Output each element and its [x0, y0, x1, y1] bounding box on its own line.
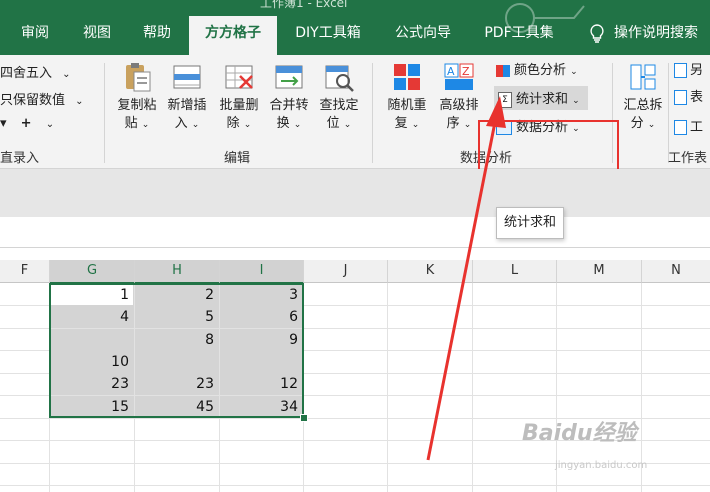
merge-label-1: 合并转 [269, 98, 309, 113]
link-icon [674, 90, 687, 105]
random-blocks-icon [391, 61, 423, 93]
tooltip: 统计求和 [496, 207, 564, 239]
color-analysis-label: 颜色分析 [514, 63, 567, 78]
batch-delete-label-1: 批量删 [219, 98, 259, 113]
separator [104, 63, 105, 163]
watermark-url: jingyan.baidu.com [555, 460, 648, 471]
merge-icon [273, 61, 305, 93]
collapsed-area [0, 169, 710, 217]
insert-row-icon [171, 61, 203, 93]
summary-split-button[interactable]: 汇总拆 分 ⌄ [620, 61, 666, 134]
svg-text:A: A [447, 65, 455, 78]
delete-grid-icon [223, 61, 255, 93]
stat-sum-button[interactable]: Σ 统计求和 ⌄ [494, 86, 588, 110]
tab-fangfanggezi[interactable]: 方方格子 [189, 16, 277, 55]
grid-vline [387, 283, 388, 492]
more-small-buttons[interactable]: ▾ + ⌄ [0, 116, 54, 131]
copy-paste-label-1: 复制粘 [117, 98, 157, 113]
summary-split-icon [627, 61, 659, 93]
tab-view[interactable]: 视图 [70, 18, 124, 55]
svg-text:Z: Z [462, 65, 470, 78]
plus-icon: + [20, 116, 32, 131]
column-header-h[interactable]: H [135, 260, 220, 284]
right-partial-2[interactable]: 表 [674, 86, 703, 105]
column-header-g[interactable]: G [50, 260, 135, 284]
insert-label-2: 入 [174, 116, 188, 131]
arrow-left-icon: ▾ [0, 116, 7, 131]
window-title: 工作簿1 - Excel [260, 0, 348, 10]
grid-vline [472, 283, 473, 492]
color-analysis-button[interactable]: 颜色分析 ⌄ [496, 59, 578, 78]
right-partial-3-label: 工 [690, 120, 704, 135]
batch-delete-label-2: 除 [226, 116, 240, 131]
tab-formula-wizard[interactable]: 公式向导 [383, 18, 463, 55]
sort-az-icon: AZ [443, 61, 475, 93]
column-header-m[interactable]: M [557, 260, 642, 283]
table-icon [674, 120, 687, 135]
column-header-l[interactable]: L [473, 260, 557, 283]
clipboard-icon [121, 61, 153, 93]
batch-delete-button[interactable]: 批量删 除 ⌄ [216, 61, 262, 134]
right-partial-1[interactable]: 另 [674, 59, 703, 78]
ribbon-panel: 四舍五入 ⌄ 只保留数值 ⌄ ▾ + ⌄ 直录入 复制粘 贴 ⌄ 新增插 入 ⌄… [0, 55, 710, 171]
column-header-i[interactable]: I [220, 260, 304, 284]
random-repeat-button[interactable]: 随机重 复 ⌄ [384, 61, 430, 134]
sort-label-2: 序 [446, 116, 460, 131]
merge-convert-button[interactable]: 合并转 换 ⌄ [266, 61, 312, 134]
group-label-worksheet: 工作表 [668, 151, 708, 166]
column-header-j[interactable]: J [304, 260, 388, 283]
magnifier-icon [323, 61, 355, 93]
tab-review[interactable]: 审阅 [10, 18, 60, 55]
fill-handle[interactable] [300, 414, 308, 422]
insert-label-1: 新增插 [167, 98, 207, 113]
group-label-edit: 编辑 [224, 151, 251, 166]
sum-sheet-icon: Σ [498, 91, 512, 108]
round-button[interactable]: 四舍五入 ⌄ [0, 62, 71, 81]
chevron-down-icon: ⌄ [45, 119, 55, 130]
selection-border [49, 283, 304, 418]
find-label-1: 查找定 [319, 98, 359, 113]
group-label-input: 直录入 [0, 151, 40, 166]
tab-help[interactable]: 帮助 [132, 18, 182, 55]
watermark: Baidu经验 [522, 421, 637, 446]
highlight-box [478, 120, 619, 171]
sheet-icon [674, 63, 687, 78]
keep-value-label: 只保留数值 [0, 93, 66, 108]
color-analysis-icon [496, 64, 510, 77]
tell-me-search[interactable]: 操作说明搜索 [614, 18, 710, 55]
right-partial-1-label: 另 [690, 63, 704, 78]
grid-hline [0, 485, 710, 486]
right-partial-3[interactable]: 工 [674, 116, 703, 135]
insert-button[interactable]: 新增插 入 ⌄ [164, 61, 210, 134]
merge-label-2: 换 [276, 116, 290, 131]
keep-value-button[interactable]: 只保留数值 ⌄ [0, 89, 84, 108]
summary-label-1: 汇总拆 [623, 98, 663, 113]
sort-label-1: 高级排 [439, 98, 479, 113]
summary-label-2: 分 [630, 116, 644, 131]
separator [372, 63, 373, 163]
column-header-n[interactable]: N [642, 260, 710, 283]
copy-paste-label-2: 贴 [124, 116, 138, 131]
random-label-1: 随机重 [387, 98, 427, 113]
round-label: 四舍五入 [0, 66, 53, 81]
copy-paste-button[interactable]: 复制粘 贴 ⌄ [114, 61, 160, 134]
formula-bar[interactable] [0, 217, 710, 248]
find-locate-button[interactable]: 查找定 位 ⌄ [316, 61, 362, 134]
tab-diy-toolbox[interactable]: DIY工具箱 [287, 18, 369, 55]
decorative-circuit-icon [505, 3, 585, 33]
random-label-2: 复 [394, 116, 408, 131]
find-label-2: 位 [326, 116, 340, 131]
right-partial-2-label: 表 [690, 90, 704, 105]
column-header-k[interactable]: K [388, 260, 473, 283]
ribbon-tab-bar: 工作簿1 - Excel 审阅 视图 帮助 方方格子 DIY工具箱 公式向导 P… [0, 0, 710, 55]
stat-sum-label: 统计求和 [516, 92, 569, 107]
advanced-sort-button[interactable]: AZ 高级排 序 ⌄ [436, 61, 482, 134]
column-header-f[interactable]: F [0, 260, 50, 283]
